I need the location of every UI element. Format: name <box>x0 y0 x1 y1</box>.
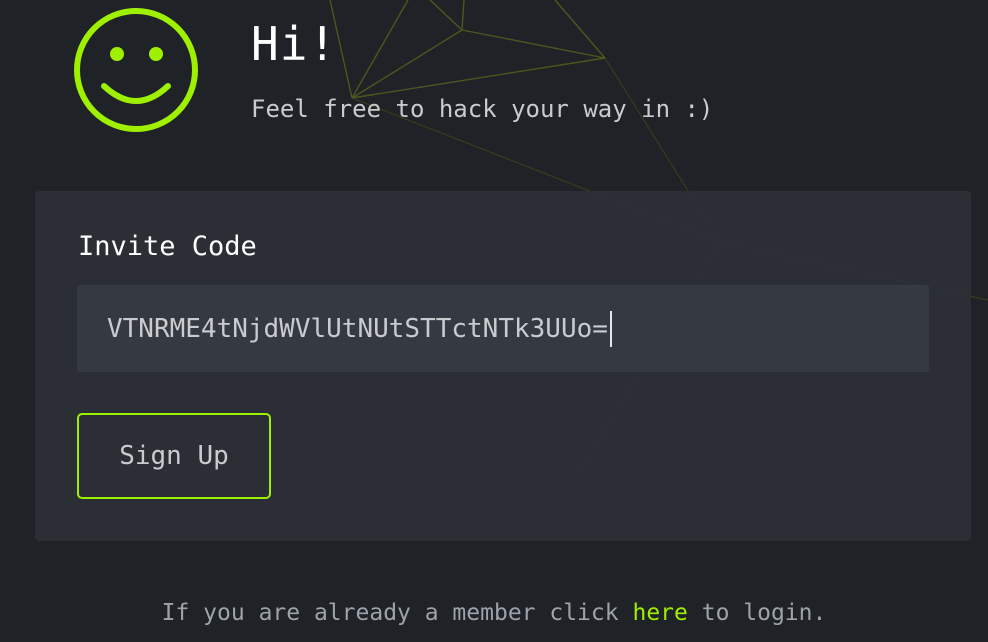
login-prompt: If you are already a member click here t… <box>0 596 988 630</box>
smiley-face-icon <box>74 8 198 132</box>
login-prompt-suffix: to login. <box>701 600 827 626</box>
page-subtitle: Feel free to hack your way in :) <box>251 95 714 123</box>
page-title: Hi! <box>251 17 338 71</box>
invite-code-label: Invite Code <box>78 231 257 262</box>
sign-up-button[interactable]: Sign Up <box>77 413 271 499</box>
text-cursor <box>609 310 612 347</box>
login-link[interactable]: here <box>632 600 687 626</box>
login-prompt-prefix: If you are already a member click <box>161 600 619 626</box>
signup-page: Hi! Feel free to hack your way in :) Inv… <box>0 0 988 642</box>
invite-code-input[interactable]: VTNRME4tNjdWVlUtNUtSTTctNTk3UUo= <box>77 285 929 372</box>
invite-code-value: VTNRME4tNjdWVlUtNUtSTTctNTk3UUo= <box>107 313 608 344</box>
